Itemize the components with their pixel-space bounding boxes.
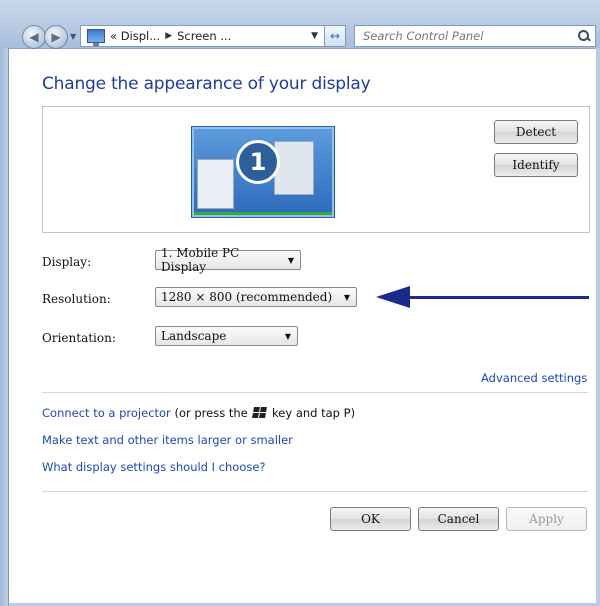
search-box[interactable] <box>354 25 596 47</box>
search-input[interactable] <box>361 28 565 44</box>
breadcrumb-separator-icon: ▶ <box>165 31 173 41</box>
projector-hint-after: key and tap P) <box>268 406 356 420</box>
cancel-button[interactable]: Cancel <box>418 507 499 531</box>
recent-pages-dropdown[interactable]: ▼ <box>70 32 76 41</box>
preview-window-left <box>197 159 234 209</box>
search-icon[interactable] <box>577 29 591 43</box>
windows-key-icon <box>252 407 268 418</box>
refresh-icon: ↔ <box>329 29 341 43</box>
identify-button[interactable]: Identify <box>494 153 578 177</box>
projector-line: Connect to a projector (or press the key… <box>42 406 355 420</box>
address-dropdown-icon[interactable]: ▼ <box>311 31 318 41</box>
preview-taskbar <box>194 212 332 215</box>
orientation-select[interactable]: Landscape ▼ <box>155 326 298 346</box>
resolution-value: 1280 × 800 (recommended) <box>161 290 333 304</box>
display-settings-help-link[interactable]: What display settings should I choose? <box>42 460 266 474</box>
forward-arrow-icon: ▶ <box>51 30 61 44</box>
monitor-icon[interactable]: 1 <box>192 127 334 217</box>
preview-window-right <box>274 141 314 195</box>
display-value: 1. Mobile PC Display <box>161 246 240 274</box>
forward-button[interactable]: ▶ <box>44 25 68 49</box>
resolution-label: Resolution: <box>42 292 111 306</box>
projector-hint-before: (or press the <box>170 406 252 420</box>
display-icon <box>87 29 105 46</box>
divider <box>42 491 588 492</box>
back-arrow-icon: ◀ <box>29 30 39 44</box>
connect-projector-link[interactable]: Connect to a projector <box>42 406 171 420</box>
detect-button[interactable]: Detect <box>494 120 578 144</box>
resolution-select[interactable]: 1280 × 800 (recommended) ▼ <box>155 287 357 307</box>
refresh-button[interactable]: ↔ <box>324 25 346 47</box>
annotation-arrow-shaft <box>403 296 589 299</box>
display-label: Display: <box>42 255 92 269</box>
apply-button[interactable]: Apply <box>506 507 587 531</box>
window-frame: ◀ ▶ ▼ « Displ... ▶ Screen ... ▼ ↔ Change… <box>0 0 600 606</box>
breadcrumb-display[interactable]: « Displ... <box>110 29 160 43</box>
ok-button[interactable]: OK <box>330 507 411 531</box>
advanced-settings-link[interactable]: Advanced settings <box>481 371 587 385</box>
orientation-value: Landscape <box>161 329 227 343</box>
window-right-border <box>596 48 600 606</box>
window-left-border <box>0 48 9 606</box>
chevron-down-icon: ▼ <box>284 331 291 341</box>
page-title: Change the appearance of your display <box>42 74 371 94</box>
divider <box>42 392 588 393</box>
back-button[interactable]: ◀ <box>22 25 46 49</box>
monitor-number: 1 <box>236 140 280 184</box>
breadcrumb-screen[interactable]: Screen ... <box>177 29 231 43</box>
chevron-down-icon: ▼ <box>287 255 294 265</box>
chevron-down-icon: ▼ <box>343 292 350 302</box>
larger-text-link[interactable]: Make text and other items larger or smal… <box>42 433 293 447</box>
orientation-label: Orientation: <box>42 331 116 345</box>
display-select[interactable]: 1. Mobile PC Display ▼ <box>155 246 301 274</box>
address-bar[interactable]: « Displ... ▶ Screen ... ▼ <box>80 25 325 47</box>
